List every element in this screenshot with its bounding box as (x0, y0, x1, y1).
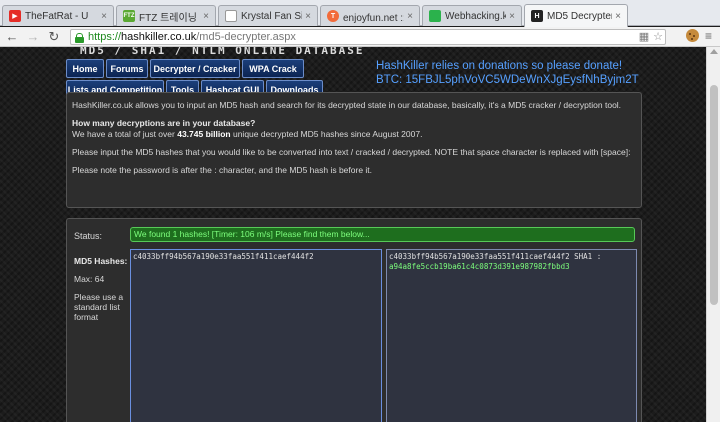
youtube-icon: ▶ (9, 10, 21, 22)
site-logo: MD5 / SHA1 / NTLM ONLINE DATABASE (80, 47, 365, 57)
tab-title: Krystal Fan Site (241, 10, 302, 22)
hashes-label: MD5 Hashes: (74, 256, 128, 266)
tab-title: enjoyfun.net :: 인 (343, 12, 404, 24)
tab-title: FTZ 트레이닝 총 (139, 12, 200, 24)
url-host: hashkiller.co.uk (121, 31, 197, 43)
scrollbar-thumb[interactable] (710, 85, 718, 305)
max-label: Max: 64 (74, 274, 105, 284)
hashkiller-icon: H (531, 10, 543, 22)
reload-icon[interactable]: ↻ (45, 28, 63, 46)
close-tab-icon[interactable]: × (615, 11, 621, 22)
nav-forums[interactable]: Forums (106, 59, 148, 78)
forward-arrow-icon[interactable]: → (24, 28, 42, 46)
extension-icon[interactable]: ▦ (639, 30, 649, 43)
close-tab-icon[interactable]: × (305, 11, 311, 22)
browser-tab-enjoyfun[interactable]: T enjoyfun.net :: 인 × (320, 5, 420, 26)
decrypter-form: Status: We found 1 hashes! [Timer: 106 m… (66, 218, 642, 422)
page-viewport: MD5 / SHA1 / NTLM ONLINE DATABASE Home F… (0, 47, 706, 422)
status-label: Status: (74, 231, 103, 241)
browser-toolbar: ← → ↻ https:// hashkiller.co.uk /md5-dec… (0, 27, 720, 47)
count-value: 43.745 billion (177, 129, 231, 139)
instructions-text: Please input the MD5 hashes that you wou… (72, 147, 631, 157)
result-plaintext: a94a8fe5ccb19ba61c4c0873d391e987982fbbd3 (389, 262, 570, 271)
tab-title: Webhacking.kr (445, 10, 507, 22)
webhacking-icon (429, 10, 441, 22)
decryption-count: We have a total of just over 43.745 bill… (72, 129, 423, 139)
format-hint: Please use a standard list format (74, 292, 124, 322)
tistory-icon: T (327, 10, 339, 22)
browser-tab-md5-decrypter[interactable]: H MD5 Decrypter - × (524, 4, 628, 27)
page-scrollbar[interactable] (706, 47, 720, 422)
url-scheme: https:// (88, 31, 122, 43)
btc-address: BTC: 15FBJL5phVoVC5WDeWnXJgEysfNhByjm2T (376, 74, 639, 86)
tab-title: TheFatRat - U (25, 10, 89, 22)
browser-tab-krystal[interactable]: Krystal Fan Site × (218, 5, 318, 26)
ftz-icon: FTZ (123, 10, 135, 22)
browser-tab-webhacking[interactable]: Webhacking.kr × (422, 5, 522, 26)
page-icon (225, 10, 237, 22)
tab-title: MD5 Decrypter - (547, 10, 613, 22)
hashes-side-label: MD5 Hashes: Max: 64 Please use a standar… (74, 256, 130, 330)
close-tab-icon[interactable]: × (407, 11, 413, 22)
faq-question: How many decryptions are in your databas… (72, 118, 256, 128)
intro-text: HashKiller.co.uk allows you to input an … (72, 100, 622, 110)
bookmark-star-icon[interactable]: ☆ (653, 30, 663, 43)
address-bar[interactable]: https:// hashkiller.co.uk /md5-decrypter… (70, 29, 666, 45)
donation-text: HashKiller relies on donations so please… (376, 60, 623, 72)
hash-input-textarea[interactable]: c4033bff94b567a190e33faa551f411caef444f2 (130, 249, 382, 422)
url-path: /md5-decrypter.aspx (196, 31, 296, 43)
result-hash: c4033bff94b567a190e33faa551f411caef444f2… (389, 252, 602, 261)
nav-home[interactable]: Home (66, 59, 104, 78)
nav-decrypter-cracker[interactable]: Decrypter / Cracker (150, 59, 240, 78)
info-panel: HashKiller.co.uk allows you to input an … (66, 92, 642, 208)
lock-icon (75, 32, 84, 43)
close-tab-icon[interactable]: × (101, 11, 107, 22)
scroll-up-arrow-icon[interactable] (710, 49, 718, 54)
result-output-textarea[interactable]: c4033bff94b567a190e33faa551f411caef444f2… (386, 249, 637, 422)
cookie-extension-icon[interactable] (685, 29, 699, 42)
status-message: We found 1 hashes! [Timer: 106 m/s] Plea… (130, 227, 635, 242)
note-text: Please note the password is after the : … (72, 165, 373, 175)
browser-tab-thefatrat[interactable]: ▶ TheFatRat - U × (2, 5, 114, 26)
close-tab-icon[interactable]: × (203, 11, 209, 22)
browser-tab-ftz[interactable]: FTZ FTZ 트레이닝 총 × (116, 5, 216, 26)
donation-banner: HashKiller relies on donations so please… (376, 59, 646, 87)
back-arrow-icon[interactable]: ← (3, 28, 21, 46)
menu-icon[interactable]: ≡ (705, 29, 712, 43)
nav-wpa-crack[interactable]: WPA Crack (242, 59, 304, 78)
close-tab-icon[interactable]: × (509, 11, 515, 22)
browser-tab-bar: ▶ TheFatRat - U × FTZ FTZ 트레이닝 총 × Kryst… (0, 0, 720, 27)
